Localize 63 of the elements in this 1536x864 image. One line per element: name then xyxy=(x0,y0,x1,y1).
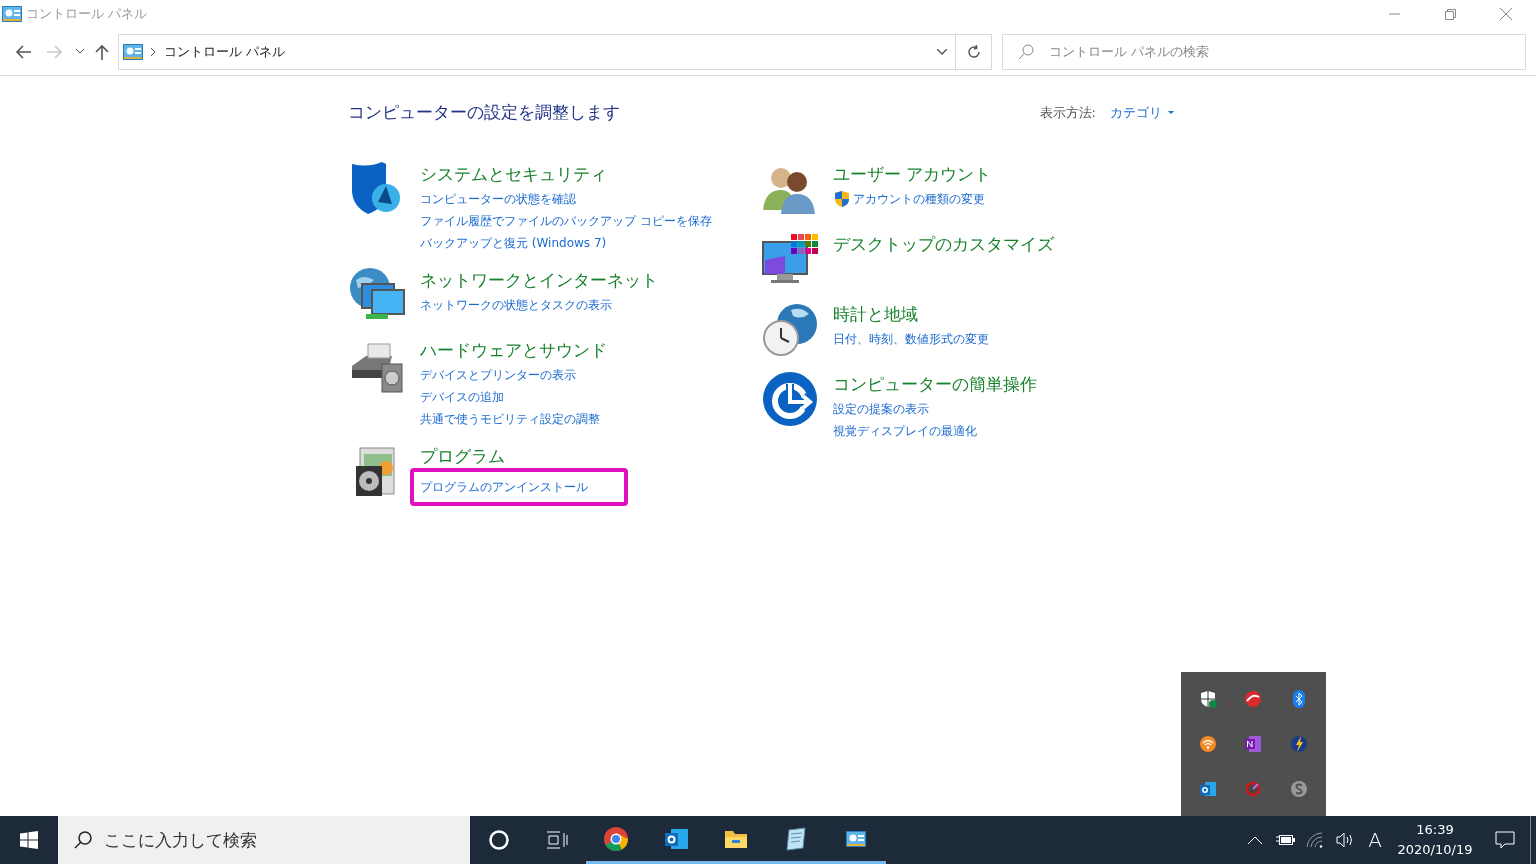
circle-icon xyxy=(489,830,509,850)
category-title[interactable]: コンピューターの簡単操作 xyxy=(833,369,1037,398)
chevron-right-icon xyxy=(151,47,156,56)
address-bar[interactable]: コントロール パネル xyxy=(118,33,992,70)
windows-logo-icon xyxy=(20,831,38,849)
accessibility-icon xyxy=(761,369,819,428)
category-link[interactable]: 視覚ディスプレイの最適化 xyxy=(833,419,977,442)
breadcrumb[interactable]: コントロール パネル xyxy=(164,41,286,62)
wifi-icon xyxy=(1306,832,1324,848)
control-panel-icon xyxy=(123,43,143,60)
chrome-icon xyxy=(603,825,629,852)
chevron-up-icon xyxy=(1248,836,1262,844)
category-link[interactable]: アカウントの種類の変更 xyxy=(853,187,985,210)
control-panel-icon xyxy=(846,830,866,847)
refresh-icon xyxy=(966,44,981,59)
swirl-icon[interactable] xyxy=(1243,688,1264,709)
ime-indicator[interactable]: A xyxy=(1360,816,1390,864)
search-icon xyxy=(74,831,92,849)
taskbar-search-field[interactable]: ここに入力して検索 xyxy=(58,816,470,864)
caret-icon xyxy=(1168,110,1174,115)
category-link[interactable]: ファイル履歴でファイルのバックアップ コピーを保存 xyxy=(420,209,712,232)
category-title[interactable]: 時計と地域 xyxy=(833,299,989,328)
chevron-down-icon xyxy=(937,48,947,55)
back-arrow-icon xyxy=(15,44,31,59)
category-link[interactable]: 設定の提案の表示 xyxy=(833,397,929,420)
category-link[interactable]: 日付、時刻、数値形式の変更 xyxy=(833,327,989,350)
category-link[interactable]: 共通で使うモビリティ設定の調整 xyxy=(420,407,600,430)
category-title[interactable]: プログラム xyxy=(420,441,626,470)
category-title[interactable]: ユーザー アカウント xyxy=(833,159,992,188)
category-title[interactable]: ハードウェアとサウンド xyxy=(420,335,607,364)
search-icon xyxy=(1018,43,1034,60)
wifi-signal-icon[interactable] xyxy=(1197,734,1218,754)
window-title: コントロール パネル xyxy=(26,5,148,24)
close-icon xyxy=(1500,8,1512,20)
speaker-icon xyxy=(1336,832,1354,848)
notepad-icon xyxy=(783,825,809,852)
lightning-globe-icon[interactable] xyxy=(1289,734,1310,754)
category-title[interactable]: システムとセキュリティ xyxy=(420,159,712,188)
minimize-icon xyxy=(1388,13,1400,15)
category-link[interactable]: ネットワークの状態とタスクの表示 xyxy=(420,293,612,316)
category-link[interactable]: デバイスの追加 xyxy=(420,385,504,408)
view-by-label: 表示方法: xyxy=(1039,104,1096,122)
page-heading: コンピューターの設定を調整します xyxy=(348,101,620,124)
clock-button[interactable]: 16:39 2020/10/19 xyxy=(1390,816,1480,864)
search-field[interactable]: コントロール パネルの検索 xyxy=(1002,33,1526,70)
category-link[interactable]: バックアップと復元 (Windows 7) xyxy=(420,231,607,254)
task-view-icon xyxy=(546,831,568,849)
category-title[interactable]: デスクトップのカスタマイズ xyxy=(833,229,1054,258)
category-link[interactable]: デバイスとプリンターの表示 xyxy=(420,363,576,386)
notebook-app-icon[interactable] xyxy=(1243,734,1264,754)
category-title[interactable]: ネットワークとインターネット xyxy=(420,265,658,294)
category-link[interactable]: プログラムのアンインストール xyxy=(412,469,626,504)
forward-arrow-icon xyxy=(47,44,63,59)
view-by-dropdown[interactable]: カテゴリ xyxy=(1110,103,1174,123)
restore-icon xyxy=(1444,8,1456,20)
chevron-down-icon xyxy=(76,49,84,54)
battery-plug-icon xyxy=(1275,834,1295,846)
clock-date: 2020/10/19 xyxy=(1397,841,1473,859)
up-arrow-icon xyxy=(95,43,109,60)
clock-time: 16:39 xyxy=(1416,821,1454,839)
speech-bubble-icon xyxy=(1495,831,1515,849)
category-link[interactable]: コンピューターの状態を確認 xyxy=(420,187,576,210)
letter-s-icon[interactable] xyxy=(1289,779,1310,800)
